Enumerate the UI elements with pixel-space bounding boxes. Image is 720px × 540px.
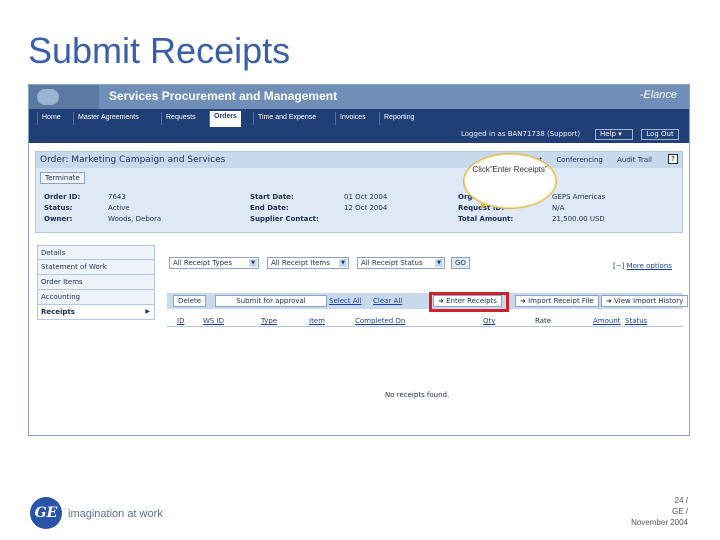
sidenav-item-label: Receipts <box>41 308 75 316</box>
banner-logo-art <box>29 85 99 109</box>
tab-orders[interactable]: Orders <box>209 111 241 127</box>
help-dropdown[interactable]: Help ▾ <box>595 129 633 140</box>
select-all-link[interactable]: Select All <box>329 297 362 305</box>
arrow-right-icon: ➜ <box>520 297 526 305</box>
order-title: Order: Marketing Campaign and Services <box>40 155 226 165</box>
tagline: imagination at work <box>68 508 163 520</box>
sidenav-item-accounting[interactable]: Accounting <box>37 290 155 305</box>
owner-value: Woods, Debora <box>108 215 162 223</box>
chevron-down-icon: ▼ <box>339 259 347 267</box>
submit-for-approval-button[interactable]: Submit for approval <box>215 295 327 307</box>
logout-button[interactable]: Log Out <box>641 129 679 140</box>
column-header-completed-on[interactable]: Completed On <box>355 317 405 325</box>
request-id-value: N/A <box>552 204 565 212</box>
select-value: All Receipt Status <box>361 259 423 267</box>
order-id-label: Order ID: <box>44 193 81 201</box>
owner-label: Owner: <box>44 215 73 223</box>
chevron-down-icon: ▼ <box>435 259 443 267</box>
brand-logo: -Elance <box>639 89 677 101</box>
clear-all-link[interactable]: Clear All <box>373 297 402 305</box>
start-date-label: Start Date: <box>250 193 294 201</box>
logged-in-text: Logged in as BAN71738 (Support) <box>461 130 581 138</box>
total-amount-label: Total Amount: <box>458 215 514 223</box>
sidenav-item-details[interactable]: Details <box>37 245 155 260</box>
chevron-right-icon: ▶ <box>145 308 150 315</box>
column-header-ws-id[interactable]: WS ID <box>203 317 224 325</box>
tab-home[interactable]: Home <box>37 112 65 125</box>
main-nav: Home Master Agreements Requests Orders T… <box>29 109 689 127</box>
order-panel: Order: Marketing Campaign and Services P… <box>35 151 683 233</box>
column-header-type[interactable]: Type <box>261 317 277 325</box>
view-import-history-button[interactable]: ➜ View Import History <box>601 295 689 307</box>
collapse-icon: [−] <box>613 262 625 270</box>
receipt-types-select[interactable]: All Receipt Types ▼ <box>169 257 259 269</box>
footer-date: November 2004 <box>631 518 688 527</box>
end-date-label: End Date: <box>250 204 289 212</box>
chevron-down-icon: ▾ <box>618 130 622 138</box>
chevron-down-icon: ▼ <box>249 259 257 267</box>
terminate-button[interactable]: Terminate <box>40 172 85 184</box>
delete-button[interactable]: Delete <box>173 295 206 307</box>
more-options[interactable]: [−] More options <box>613 262 672 270</box>
help-icon[interactable]: ? <box>668 154 678 164</box>
import-receipt-file-label: Import Receipt File <box>528 297 594 305</box>
end-date-value: 12 Oct 2004 <box>344 204 388 212</box>
organization-value: GEPS Americas <box>552 193 606 201</box>
empty-table-message: No receipts found. <box>385 391 450 399</box>
audit-trail-link[interactable]: Audit Trail <box>617 156 652 164</box>
order-id-value: 7643 <box>108 193 126 201</box>
app-screenshot: Services Procurement and Management -Ela… <box>28 84 690 436</box>
tab-time-and-expense[interactable]: Time and Expense <box>253 112 320 125</box>
status-label: Status: <box>44 204 73 212</box>
select-value: All Receipt Items <box>271 259 330 267</box>
side-nav: Details Statement of Work Order Items Ac… <box>37 245 155 320</box>
receipt-status-select[interactable]: All Receipt Status ▼ <box>357 257 445 269</box>
column-header-item[interactable]: Item <box>309 317 325 325</box>
company-label: GE / <box>671 507 688 516</box>
column-header-qty[interactable]: Qty <box>483 317 495 325</box>
sidenav-item-receipts[interactable]: Receipts ▶ <box>37 305 155 320</box>
slide-footer: 24 / GE / November 2004 <box>631 495 688 528</box>
arrow-right-icon: ➜ <box>606 297 612 305</box>
receipts-toolbar: Delete Submit for approval Select All Cl… <box>167 293 689 309</box>
tab-requests[interactable]: Requests <box>161 112 200 125</box>
receipt-items-select[interactable]: All Receipt Items ▼ <box>267 257 349 269</box>
view-import-history-label: View Import History <box>614 297 684 305</box>
slide-title: Submit Receipts <box>28 30 291 71</box>
column-header-amount[interactable]: Amount <box>593 317 621 325</box>
go-button[interactable]: GO <box>451 257 470 269</box>
more-options-link[interactable]: More options <box>627 262 672 270</box>
callout-bubble: Click”Enter Receipts” <box>463 153 557 209</box>
total-amount-value: 21,500.00 USD <box>552 215 605 223</box>
help-label: Help <box>600 130 616 138</box>
tab-master-agreements[interactable]: Master Agreements <box>73 112 143 125</box>
enter-receipts-highlight <box>429 292 509 312</box>
status-value: Active <box>108 204 130 212</box>
order-header: Order: Marketing Campaign and Services P… <box>36 152 682 168</box>
column-header-rate: Rate <box>535 317 552 325</box>
sidenav-item-order-items[interactable]: Order Items <box>37 275 155 290</box>
ge-logo: GE <box>30 497 62 529</box>
user-bar: Logged in as BAN71738 (Support) Help ▾ L… <box>29 127 689 143</box>
import-receipt-file-button[interactable]: ➜ Import Receipt File <box>515 295 599 307</box>
start-date-value: 01 Oct 2004 <box>344 193 388 201</box>
sidenav-item-statement-of-work[interactable]: Statement of Work <box>37 260 155 275</box>
column-header-status[interactable]: Status <box>625 317 647 325</box>
column-header-id[interactable]: ID <box>177 317 184 325</box>
table-header-divider <box>167 326 683 327</box>
app-title: Services Procurement and Management <box>109 89 338 103</box>
page-number: 24 / <box>674 496 688 505</box>
tab-invoices[interactable]: Invoices <box>335 112 370 125</box>
supplier-contact-label: Supplier Contact: <box>250 215 319 223</box>
app-banner: Services Procurement and Management -Ela… <box>29 85 689 109</box>
conferencing-link[interactable]: Conferencing <box>556 156 603 164</box>
select-value: All Receipt Types <box>173 259 232 267</box>
tab-reporting[interactable]: Reporting <box>379 112 418 125</box>
